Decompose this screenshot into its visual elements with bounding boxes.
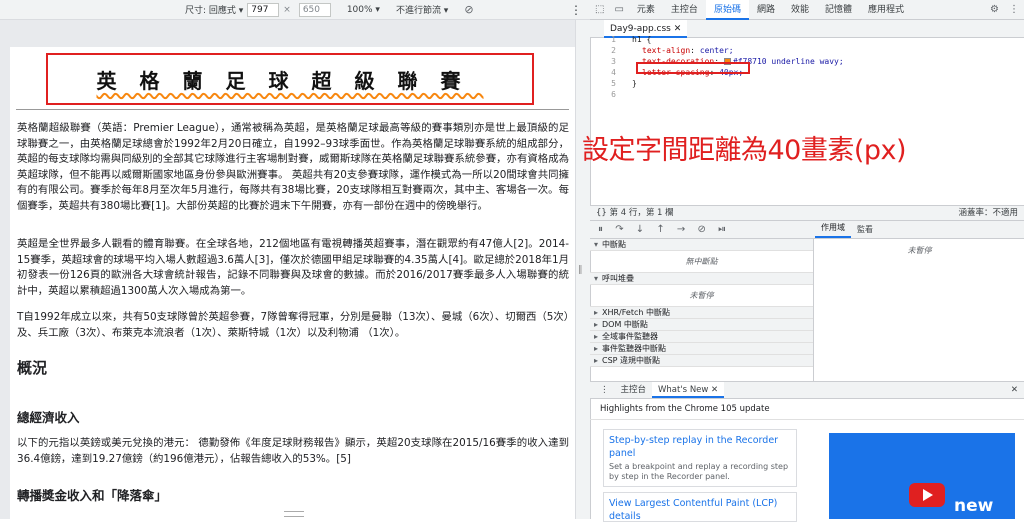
- section-global-listeners[interactable]: ▸ 全域事件監聽器: [590, 331, 813, 343]
- resize-grip-icon[interactable]: ‖: [578, 265, 584, 287]
- paragraph-intro: 英格蘭超級聯賽（英語：Premier League），通常被稱為英超，是英格蘭足…: [17, 122, 569, 212]
- section-dom-breakpoints[interactable]: ▸ DOM 中斷點: [590, 319, 813, 331]
- tab-memory[interactable]: 記憶體: [817, 0, 860, 20]
- title-divider: [16, 109, 569, 110]
- collapse-arrow-icon: ▸: [594, 356, 599, 365]
- breakpoints-empty: 無中斷點: [590, 251, 813, 273]
- collapse-arrow-icon: ▸: [594, 320, 599, 329]
- device-size-select[interactable]: 尺寸: 回應式 ▾: [185, 3, 243, 16]
- call-stack-empty: 未暫停: [590, 285, 813, 307]
- section-breakpoints[interactable]: ▾ 中斷點: [590, 239, 813, 251]
- code-line: }: [632, 79, 637, 88]
- throttle-select[interactable]: 不進行節流 ▾: [396, 3, 448, 16]
- heading-overview: 概況: [17, 359, 48, 377]
- tab-application[interactable]: 應用程式: [860, 0, 912, 20]
- dimension-separator: ×: [283, 4, 291, 15]
- editor-status-bar: {} 第 4 行，第 1 欄 涵蓋率：不適用: [590, 205, 1024, 221]
- pause-on-exceptions-icon[interactable]: ⏯: [718, 224, 726, 235]
- code-highlight-box: [636, 62, 750, 74]
- scope-panel: 作用域 監看 未暫停: [815, 221, 1024, 381]
- expand-arrow-icon: ▾: [594, 240, 599, 249]
- card-description: Set a breakpoint and replay a recording …: [609, 462, 789, 481]
- bottom-resize-grip[interactable]: [284, 511, 304, 517]
- line-number: 5: [611, 79, 616, 88]
- step-over-icon[interactable]: ↷: [615, 224, 623, 235]
- whats-new-card[interactable]: Step-by-step replay in the Recorder pane…: [603, 429, 797, 487]
- devtools-menu-icon[interactable]: ⋮: [1004, 4, 1024, 15]
- collapse-arrow-icon: ▸: [594, 308, 599, 317]
- page-title-box: 英格蘭足球超級聯賽: [46, 53, 534, 105]
- device-toggle-icon[interactable]: ▭: [609, 4, 628, 15]
- inspect-icon[interactable]: ⬚: [590, 4, 609, 15]
- tab-watch[interactable]: 監看: [851, 222, 879, 238]
- code-line: text-align: center;: [642, 46, 734, 55]
- scope-tabs: 作用域 監看: [815, 221, 1024, 239]
- video-label: new: [954, 496, 994, 516]
- tab-sources[interactable]: 原始碼: [705, 0, 749, 20]
- section-csp-breakpoints[interactable]: ▸ CSP 違規中斷點: [590, 355, 813, 367]
- play-button-icon[interactable]: [909, 483, 945, 507]
- debugger-sidebar: ▾ 中斷點 無中斷點 ▾ 呼叫堆疊 未暫停 ▸ XHR/Fetch 中斷點 ▸ DOM …: [590, 239, 814, 381]
- tab-console[interactable]: 主控台: [663, 0, 706, 20]
- line-number: 6: [611, 90, 616, 99]
- expand-arrow-icon: ▾: [594, 274, 599, 283]
- pause-icon[interactable]: ⏸: [598, 224, 603, 235]
- whats-new-card[interactable]: View Largest Contentful Paint (LCP) deta…: [603, 492, 797, 522]
- scope-empty: 未暫停: [907, 246, 932, 255]
- settings-gear-icon[interactable]: ⚙: [985, 4, 1004, 15]
- tab-network[interactable]: 網路: [749, 0, 783, 20]
- collapse-arrow-icon: ▸: [594, 332, 599, 341]
- drawer-tab-whats-new[interactable]: What's New ✕: [652, 382, 725, 398]
- close-drawer-icon[interactable]: ✕: [1005, 382, 1024, 398]
- whats-new-divider: [590, 419, 1024, 420]
- zoom-select[interactable]: 100% ▾: [347, 5, 380, 15]
- paragraph-champions: T自1992年成立以來，共有50支球隊曾於英超參賽，7隊曾奪得冠軍，分別是曼聯（…: [17, 311, 569, 339]
- emulated-page: 英格蘭足球超級聯賽 英格蘭超級聯賽（英語：Premier League），通常被…: [10, 47, 575, 519]
- heading-broadcast: 轉播獎金收入和「降落傘」: [17, 488, 168, 503]
- tab-performance[interactable]: 效能: [783, 0, 817, 20]
- line-number: 2: [611, 46, 616, 55]
- devtools-tabbar: ⬚ ▭ 元素 主控台 原始碼 網路 效能 記憶體 應用程式 ⚙ ⋮: [590, 0, 1024, 20]
- drawer-tab-console[interactable]: 主控台: [615, 382, 653, 398]
- more-options-icon[interactable]: ⋮: [570, 3, 582, 17]
- editor-file-tabs: Day9-app.css ✕: [590, 20, 1024, 38]
- deactivate-breakpoints-icon[interactable]: ⊘: [698, 224, 706, 235]
- rotate-icon[interactable]: ⊘: [464, 3, 473, 16]
- drawer-tabbar: ⋮ 主控台 What's New ✕ ✕: [590, 381, 1024, 399]
- step-icon[interactable]: →: [677, 224, 685, 235]
- section-event-listener-breakpoints[interactable]: ▸ 事件監聽器中斷點: [590, 343, 813, 355]
- drawer-menu-icon[interactable]: ⋮: [594, 382, 615, 398]
- section-call-stack[interactable]: ▾ 呼叫堆疊: [590, 273, 813, 285]
- whats-new-heading: Highlights from the Chrome 105 update: [600, 404, 770, 414]
- step-out-icon[interactable]: ↑: [656, 224, 664, 235]
- viewport-width-input[interactable]: 797: [247, 2, 280, 17]
- page-title: 英格蘭足球超級聯賽: [96, 68, 484, 93]
- paragraph-revenue: 以下的元指以英鎊或美元兌換的港元： 德勤發佈《年度足球財務報告》顯示，英超20支…: [17, 437, 569, 465]
- step-into-icon[interactable]: ↓: [636, 224, 644, 235]
- section-xhr-breakpoints[interactable]: ▸ XHR/Fetch 中斷點: [590, 307, 813, 319]
- code-line: h1 {: [632, 35, 652, 44]
- viewport-height-input[interactable]: 650: [298, 2, 331, 17]
- line-number: 3: [611, 57, 616, 66]
- annotation-text: 設定字間距離為40畫素(px): [582, 135, 907, 166]
- collapse-arrow-icon: ▸: [594, 344, 599, 353]
- coverage-status: 涵蓋率：不適用: [958, 208, 1018, 218]
- tab-elements[interactable]: 元素: [629, 0, 663, 20]
- device-toolbar: 尺寸: 回應式 ▾ 797 × 650 100% ▾ 不進行節流 ▾ ⊘ ⋮: [0, 0, 590, 20]
- paragraph-viewership: 英超是全世界最多人觀看的體育聯賽。在全球各地，212個地區有電視轉播英超賽事，潛…: [17, 238, 569, 297]
- cursor-position: {} 第 4 行，第 1 欄: [596, 208, 674, 218]
- line-number: 1: [611, 35, 616, 44]
- tab-scope[interactable]: 作用域: [815, 220, 851, 238]
- card-title[interactable]: View Largest Contentful Paint (LCP) deta…: [609, 497, 791, 521]
- card-title[interactable]: Step-by-step replay in the Recorder pane…: [609, 434, 791, 460]
- heading-revenue: 總經濟收入: [17, 410, 80, 425]
- line-number: 4: [611, 68, 616, 77]
